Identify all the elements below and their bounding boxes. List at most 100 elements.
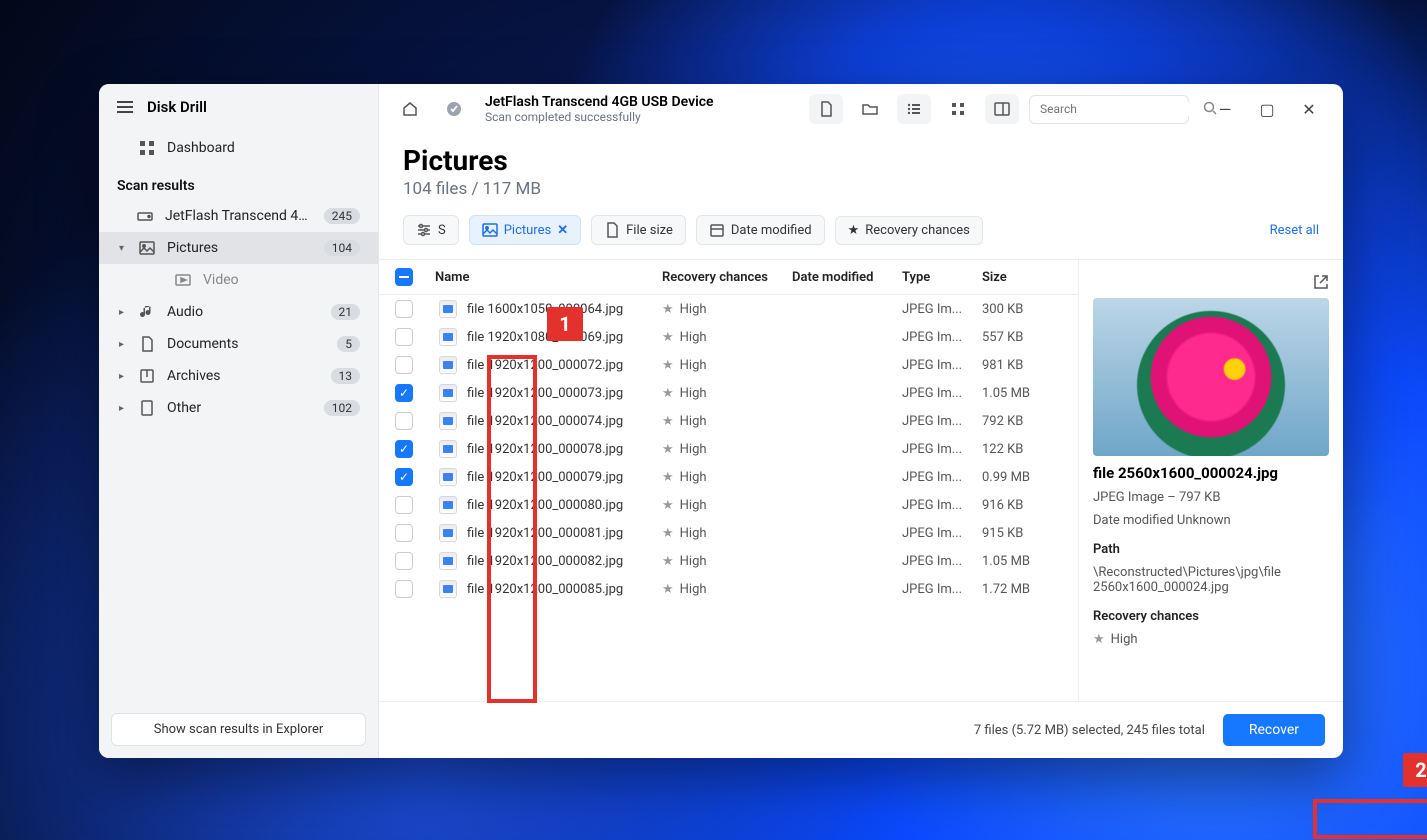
pictures-filter-chip[interactable]: Pictures ✕ — [469, 215, 581, 245]
folder-view-icon[interactable] — [853, 94, 887, 124]
recovery-filter-chip[interactable]: ★ Recovery chances — [835, 216, 983, 245]
minimize-button[interactable]: — — [1205, 94, 1245, 124]
date-filter-chip[interactable]: Date modified — [696, 215, 825, 245]
file-size: 1.05 MB — [982, 386, 1062, 401]
file-type: JPEG Im... — [902, 582, 982, 597]
star-icon: ★ — [662, 442, 674, 457]
remove-filter-icon[interactable]: ✕ — [557, 223, 568, 238]
row-checkbox[interactable] — [395, 356, 413, 374]
sidebar-item-dashboard[interactable]: Dashboard — [99, 132, 378, 164]
file-icon — [439, 440, 457, 458]
star-icon: ★ — [662, 470, 674, 485]
chevron-icon: ▸ — [119, 339, 127, 350]
preview-meta: JPEG Image – 797 KB — [1093, 490, 1329, 505]
column-header-name[interactable]: Name — [435, 270, 662, 285]
sidebar-item-audio[interactable]: ▸Audio21 — [99, 296, 378, 328]
column-header-recovery[interactable]: Recovery chances — [662, 270, 792, 285]
preview-path-label: Path — [1093, 542, 1329, 557]
split-view-icon[interactable] — [985, 94, 1019, 124]
page-title: Pictures — [403, 144, 1319, 177]
show-in-explorer-button[interactable]: Show scan results in Explorer — [111, 713, 366, 746]
row-checkbox[interactable] — [395, 496, 413, 514]
file-type: JPEG Im... — [902, 442, 982, 457]
recovery-chance: High — [680, 470, 707, 485]
file-name: file 1920x1200_000085.jpg — [467, 582, 623, 597]
table-row[interactable]: file 1920x1200_000085.jpg★HighJPEG Im...… — [379, 575, 1078, 603]
column-header-size[interactable]: Size — [982, 270, 1062, 285]
sidebar-item-documents[interactable]: ▸Documents5 — [99, 328, 378, 360]
home-button[interactable] — [393, 94, 427, 124]
file-name: file 1920x1200_000080.jpg — [467, 498, 623, 513]
row-checkbox[interactable] — [395, 468, 413, 486]
table-row[interactable]: file 1920x1200_000074.jpg★HighJPEG Im...… — [379, 407, 1078, 435]
file-type: JPEG Im... — [902, 470, 982, 485]
row-checkbox[interactable] — [395, 524, 413, 542]
row-checkbox[interactable] — [395, 384, 413, 402]
chevron-icon: ▸ — [119, 403, 127, 414]
table-row[interactable]: file 1920x1200_000082.jpg★HighJPEG Im...… — [379, 547, 1078, 575]
file-icon — [439, 384, 457, 402]
select-all-checkbox[interactable] — [395, 268, 413, 286]
filter-bar: S Pictures ✕ File size Date modified ★ R… — [379, 205, 1343, 259]
file-type: JPEG Im... — [902, 498, 982, 513]
hamburger-icon[interactable] — [117, 101, 133, 113]
video-icon — [175, 272, 191, 288]
file-name: file 1920x1200_000072.jpg — [467, 358, 623, 373]
recovery-chance: High — [680, 330, 707, 345]
table-row[interactable]: file 1920x1200_000081.jpg★HighJPEG Im...… — [379, 519, 1078, 547]
sidebar-item-label: Audio — [167, 304, 319, 320]
row-checkbox[interactable] — [395, 328, 413, 346]
sidebar-badge: 102 — [324, 400, 360, 416]
file-icon — [439, 300, 457, 318]
sidebar-badge: 245 — [324, 208, 360, 224]
status-check-icon — [437, 94, 471, 124]
sidebar-item-other[interactable]: ▸Other102 — [99, 392, 378, 424]
preview-rc-label: Recovery chances — [1093, 609, 1329, 624]
table-row[interactable]: file 1920x1200_000073.jpg★HighJPEG Im...… — [379, 379, 1078, 407]
recover-button[interactable]: Recover — [1223, 714, 1325, 746]
page-subtitle: 104 files / 117 MB — [403, 179, 1319, 199]
maximize-button[interactable]: ▢ — [1247, 94, 1287, 124]
sidebar-item-label: Documents — [167, 336, 325, 352]
sidebar-item-video[interactable]: Video — [99, 264, 378, 296]
table-row[interactable]: file 1600x1050_000064.jpg★HighJPEG Im...… — [379, 295, 1078, 323]
sidebar-item-drive[interactable]: JetFlash Transcend 4GB... 245 — [99, 200, 378, 232]
document-icon — [139, 336, 155, 352]
file-name: file 1920x1200_000073.jpg — [467, 386, 623, 401]
sidebar-item-pictures[interactable]: ▾Pictures104 — [99, 232, 378, 264]
sort-filter-chip[interactable]: S — [403, 215, 459, 245]
search-input[interactable] — [1040, 102, 1196, 116]
sidebar-badge: 104 — [324, 240, 360, 256]
grid-view-icon[interactable] — [941, 94, 975, 124]
list-view-icon[interactable] — [897, 94, 931, 124]
table-row[interactable]: file 1920x1200_000072.jpg★HighJPEG Im...… — [379, 351, 1078, 379]
sidebar-item-archives[interactable]: ▸Archives13 — [99, 360, 378, 392]
recovery-chance: High — [680, 554, 707, 569]
file-name: file 1600x1050_000064.jpg — [467, 302, 623, 317]
file-icon — [439, 468, 457, 486]
table-row[interactable]: file 1920x1200_000078.jpg★HighJPEG Im...… — [379, 435, 1078, 463]
column-header-date[interactable]: Date modified — [792, 270, 902, 285]
column-header-type[interactable]: Type — [902, 270, 982, 285]
file-view-icon[interactable] — [809, 94, 843, 124]
reset-filters-link[interactable]: Reset all — [1270, 223, 1319, 238]
row-checkbox[interactable] — [395, 440, 413, 458]
table-row[interactable]: file 1920x1200_000080.jpg★HighJPEG Im...… — [379, 491, 1078, 519]
star-icon: ★ — [662, 302, 674, 317]
preview-path: \Reconstructed\Pictures\jpg\file 2560x16… — [1093, 565, 1329, 595]
filesize-filter-chip[interactable]: File size — [591, 215, 686, 245]
table-row[interactable]: file 1920x1080_000069.jpg★HighJPEG Im...… — [379, 323, 1078, 351]
sidebar-item-label: Archives — [167, 368, 319, 384]
archive-icon — [139, 368, 155, 384]
table-row[interactable]: file 1920x1200_000079.jpg★HighJPEG Im...… — [379, 463, 1078, 491]
open-external-icon[interactable] — [1313, 274, 1329, 294]
search-box[interactable] — [1029, 95, 1189, 124]
row-checkbox[interactable] — [395, 412, 413, 430]
recovery-chance: High — [680, 442, 707, 457]
row-checkbox[interactable] — [395, 580, 413, 598]
recovery-chance: High — [680, 358, 707, 373]
row-checkbox[interactable] — [395, 300, 413, 318]
close-button[interactable]: ✕ — [1289, 94, 1329, 124]
row-checkbox[interactable] — [395, 552, 413, 570]
file-size: 1.05 MB — [982, 554, 1062, 569]
